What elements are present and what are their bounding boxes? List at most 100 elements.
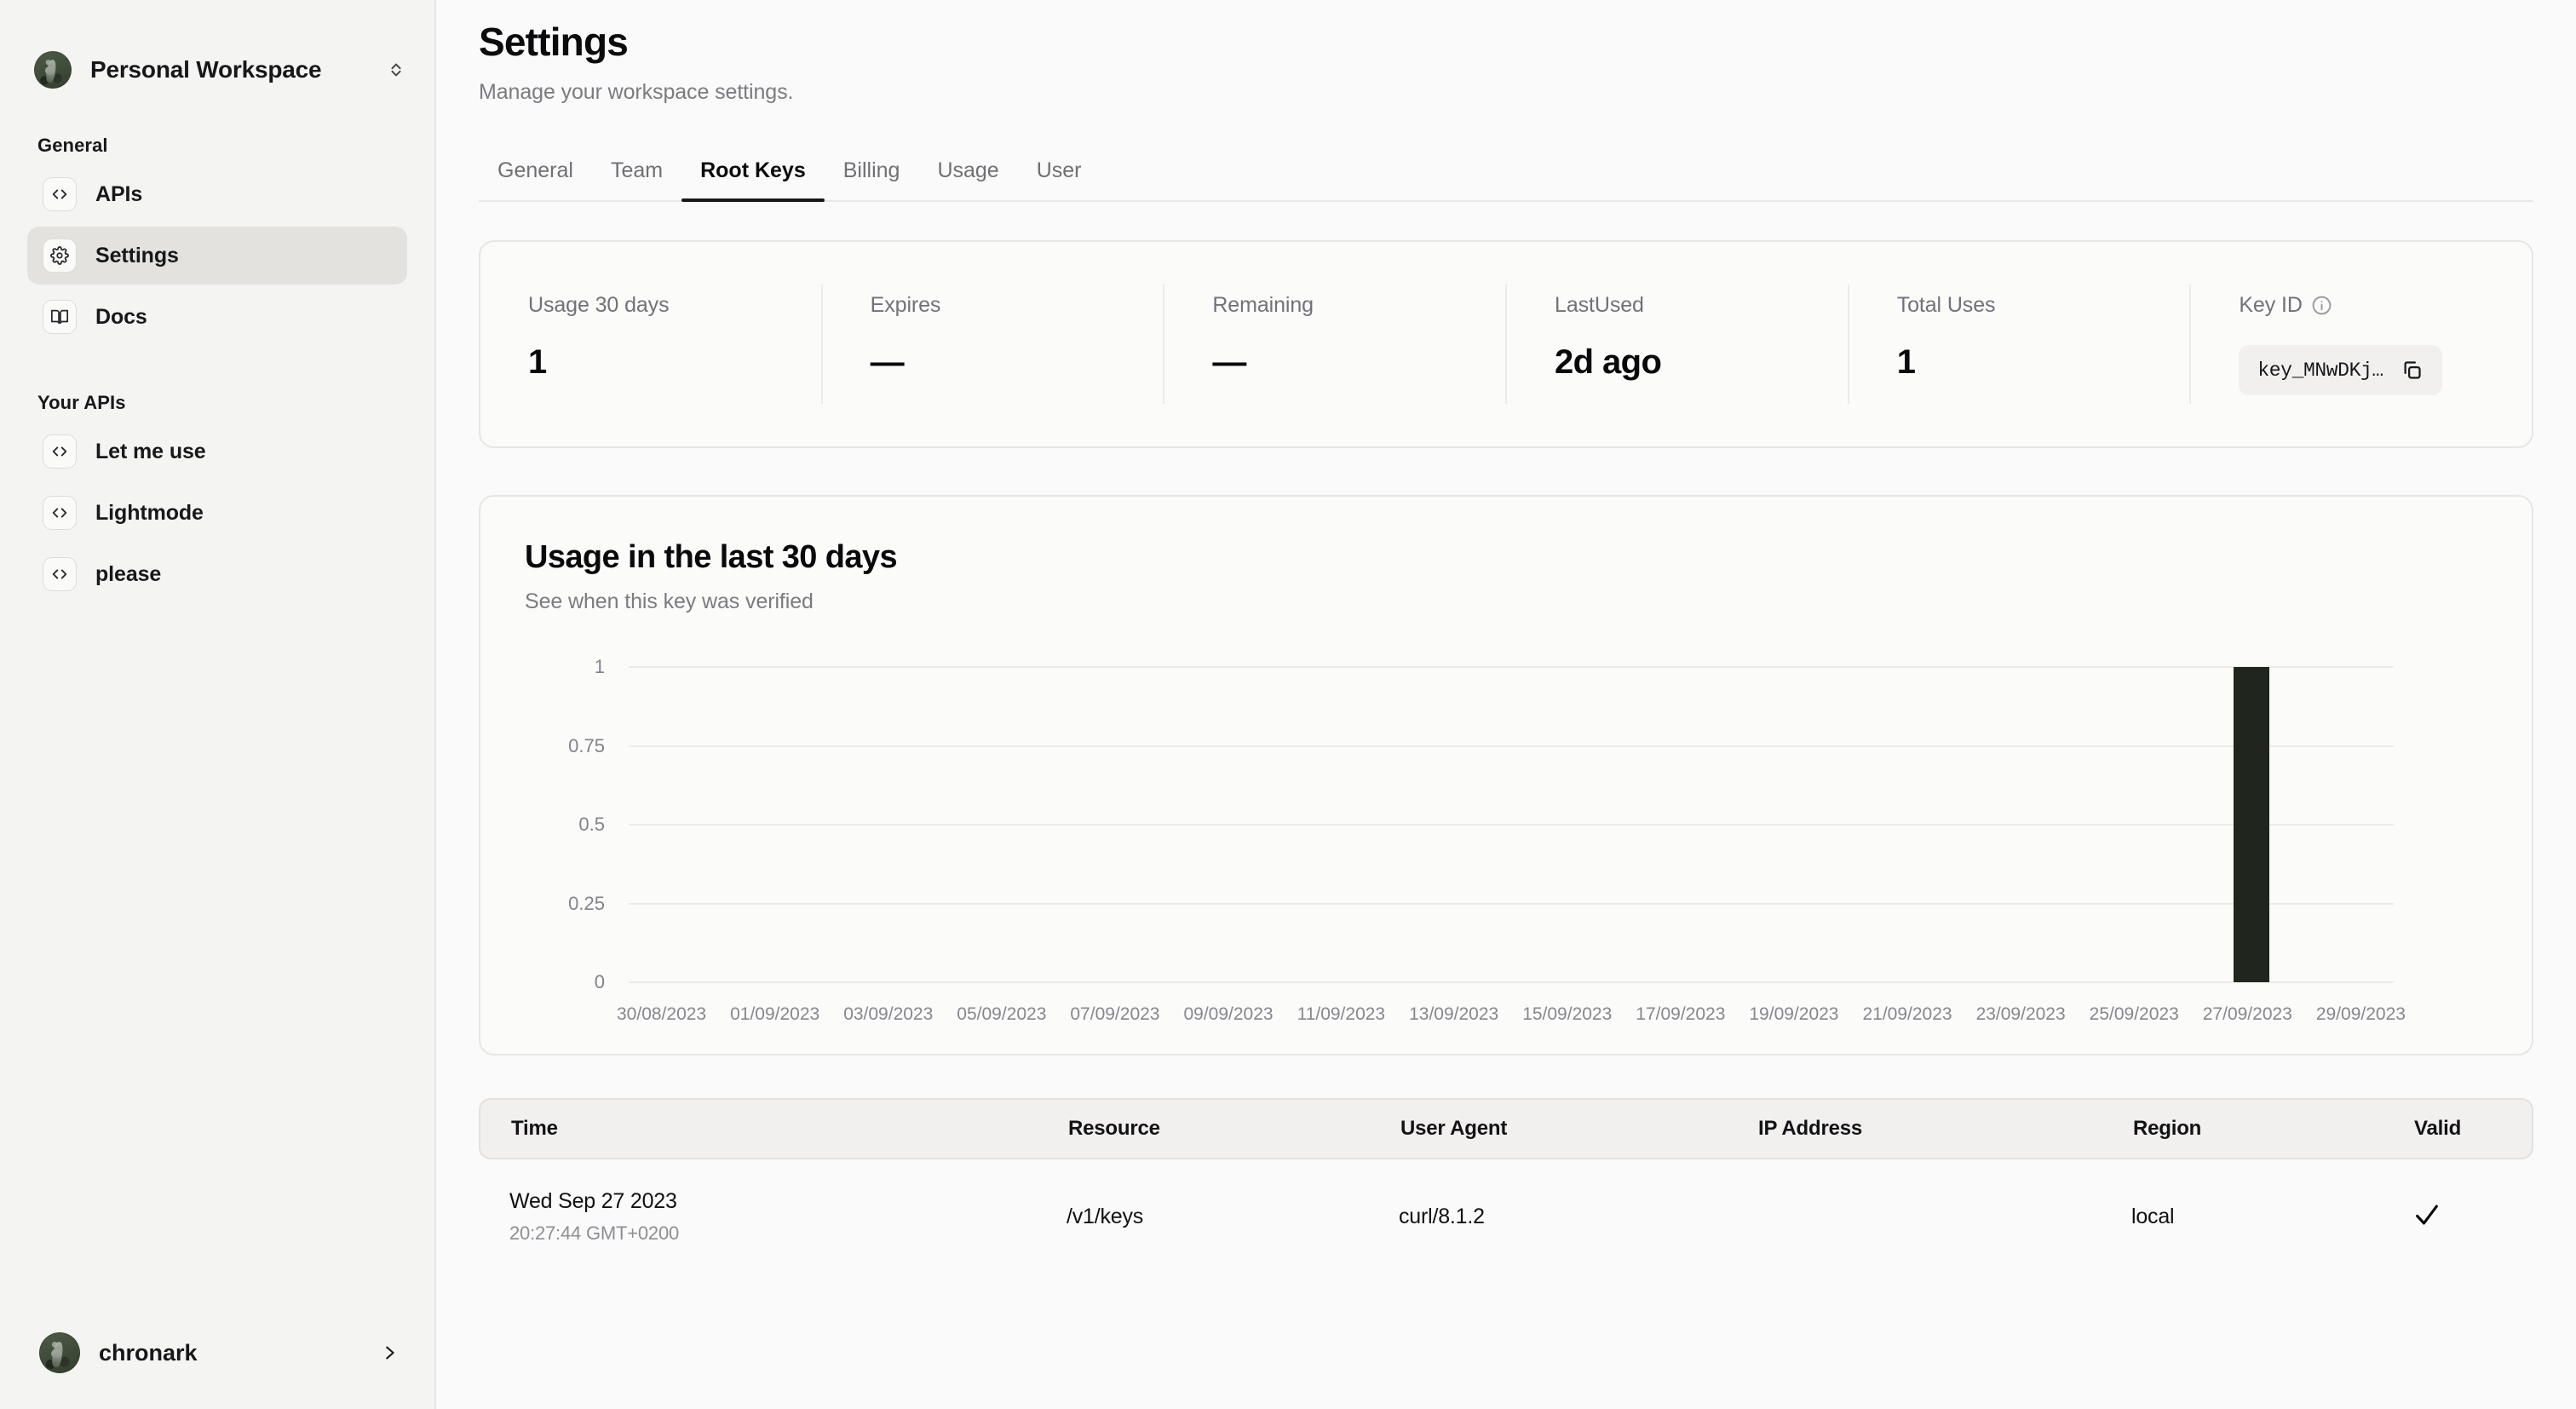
chevron-right-icon: [380, 1342, 399, 1364]
stat-value: —: [870, 343, 905, 381]
chart-x-tick-label: 27/09/2023: [2202, 1004, 2292, 1024]
sidebar-item-please[interactable]: please: [27, 545, 407, 603]
sidebar-nav-general: APIs Settings Docs: [0, 165, 434, 346]
chart-x-tick-label: 23/09/2023: [1975, 1004, 2066, 1024]
tab-usage[interactable]: Usage: [918, 152, 1017, 200]
sidebar-section-label-general: General: [37, 135, 108, 156]
table-header-ip-address: IP Address: [1758, 1117, 1863, 1140]
workspace-avatar: [34, 51, 72, 89]
chevron-up-down-icon: [387, 57, 405, 83]
chart-plot-area: [629, 666, 2394, 983]
stat-total-uses: Total Uses 1: [1847, 285, 2190, 404]
cell-resource: /v1/keys: [1067, 1204, 1144, 1228]
user-menu-button[interactable]: chronark: [34, 1326, 404, 1380]
chart-x-tick-label: 15/09/2023: [1522, 1004, 1613, 1024]
chart-x-tick-label: 03/09/2023: [843, 1004, 934, 1024]
chart-y-tick-label: 0.75: [568, 734, 605, 756]
chart-x-tick-label: 25/09/2023: [2089, 1004, 2179, 1024]
sidebar: Personal Workspace General APIs Settings…: [0, 0, 436, 1409]
stat-label: LastUsed: [1555, 293, 1644, 317]
stat-remaining: Remaining —: [1163, 285, 1505, 404]
sidebar-item-label: APIs: [95, 181, 143, 206]
cell-date-text: Wed Sep 27 2023: [509, 1188, 677, 1213]
sidebar-item-docs[interactable]: Docs: [27, 288, 407, 346]
chart-x-axis: 30/08/2023 01/09/2023 03/09/2023 05/09/2023…: [617, 1004, 2406, 1025]
info-icon[interactable]: [2311, 295, 2332, 316]
sidebar-item-let-me-use[interactable]: Let me use: [27, 423, 407, 480]
chart-x-tick-label: 17/09/2023: [1636, 1004, 1726, 1024]
sidebar-section-label-your-apis: Your APIs: [37, 392, 126, 413]
key-id-copy-button[interactable]: key_MNwDKj…: [2239, 345, 2442, 395]
stat-label: Remaining: [1212, 293, 1314, 317]
stat-label-text: Key ID: [2239, 293, 2303, 317]
stat-last-used: LastUsed 2d ago: [1505, 285, 1848, 404]
stat-value: 1: [1896, 343, 1916, 381]
table-header-region: Region: [2133, 1117, 2202, 1140]
chart-x-tick-label: 01/09/2023: [730, 1004, 820, 1024]
chart-x-tick-label: 21/09/2023: [1862, 1004, 1952, 1024]
chart-y-axis: 1 0.75 0.5 0.25 0: [525, 656, 620, 992]
settings-tabs: General Team Root Keys Billing Usage Use…: [479, 152, 2533, 202]
sidebar-item-lightmode[interactable]: Lightmode: [27, 484, 407, 542]
tab-team[interactable]: Team: [592, 152, 681, 200]
chart-gridline: [629, 902, 2394, 905]
sidebar-item-apis[interactable]: APIs: [27, 165, 407, 223]
chart-x-tick-label: 13/09/2023: [1409, 1004, 1499, 1024]
key-stats-card: Usage 30 days 1 Expires — Remaining — La…: [479, 240, 2533, 448]
table-header-row: Time Resource User Agent IP Address Regi…: [479, 1098, 2533, 1159]
cell-region: local: [2131, 1204, 2175, 1228]
chart-gridline: [629, 745, 2394, 747]
usage-chart-card: Usage in the last 30 days See when this …: [479, 495, 2533, 1055]
tab-general[interactable]: General: [479, 152, 592, 200]
chart-x-tick-label: 09/09/2023: [1183, 1004, 1274, 1024]
stat-key-id: Key ID key_MNwDKj…: [2189, 285, 2532, 404]
sidebar-item-settings[interactable]: Settings: [27, 227, 407, 285]
code-brackets-icon: [43, 496, 77, 530]
stat-usage-30-days: Usage 30 days 1: [480, 285, 821, 404]
chart-y-tick-label: 1: [594, 656, 605, 677]
table-header-resource: Resource: [1068, 1117, 1160, 1140]
code-brackets-icon: [43, 434, 77, 469]
table-row[interactable]: Wed Sep 27 2023 20:27:44 GMT+0200 /v1/ke…: [479, 1159, 2533, 1262]
stat-value: 2d ago: [1555, 343, 1662, 381]
chart-y-tick-label: 0.25: [568, 892, 605, 914]
stat-label: Usage 30 days: [528, 293, 670, 317]
chart-plot: 1 0.75 0.5 0.25 0 30/08/2023 01/09/2023 03/09/…: [525, 656, 2487, 1033]
stat-label: Total Uses: [1896, 293, 1996, 317]
stat-label: Expires: [870, 293, 941, 317]
tab-root-keys[interactable]: Root Keys: [681, 152, 825, 202]
cell-time-text: 20:27:44 GMT+0200: [509, 1222, 680, 1244]
sidebar-nav-your-apis: Let me use Lightmode please: [0, 423, 434, 603]
chart-x-tick-label: 19/09/2023: [1749, 1004, 1839, 1024]
workspace-switcher[interactable]: Personal Workspace: [34, 51, 405, 89]
tab-billing[interactable]: Billing: [825, 152, 919, 200]
code-brackets-icon: [43, 177, 77, 211]
stat-expires: Expires —: [820, 285, 1164, 404]
chart-y-tick-label: 0: [594, 971, 605, 992]
stat-value: —: [1212, 343, 1246, 381]
sidebar-item-label: Lightmode: [95, 500, 204, 525]
workspace-name: Personal Workspace: [90, 56, 322, 83]
key-id-value: key_MNwDKj…: [2257, 359, 2383, 382]
cell-valid: [2412, 1200, 2533, 1234]
chart-gridline: [629, 666, 2394, 668]
sidebar-item-label: Docs: [95, 304, 147, 329]
chart-gridline: [629, 981, 2394, 983]
app-root: Personal Workspace General APIs Settings…: [0, 0, 2576, 1409]
verifications-table: Time Resource User Agent IP Address Regi…: [479, 1098, 2533, 1262]
sidebar-item-label: Let me use: [95, 439, 206, 463]
key-stats-row: Usage 30 days 1 Expires — Remaining — La…: [480, 242, 2532, 446]
chart-x-tick-label: 05/09/2023: [957, 1004, 1047, 1024]
chart-gridline: [629, 824, 2394, 825]
main-content: Settings Manage your workspace settings.…: [436, 0, 2576, 1409]
cell-time: Wed Sep 27 2023 20:27:44 GMT+0200: [479, 1189, 1067, 1245]
chart-x-tick-label: 07/09/2023: [1070, 1004, 1160, 1024]
tab-user[interactable]: User: [1018, 152, 1101, 200]
chart-bar[interactable]: [2233, 667, 2270, 982]
cell-user-agent: curl/8.1.2: [1399, 1204, 1485, 1228]
stat-label: Key ID: [2239, 293, 2532, 318]
chart-y-tick-label: 0.5: [578, 814, 605, 835]
chart-x-tick-label: 29/09/2023: [2315, 1004, 2406, 1024]
chart-subtitle: See when this key was verified: [525, 589, 814, 613]
